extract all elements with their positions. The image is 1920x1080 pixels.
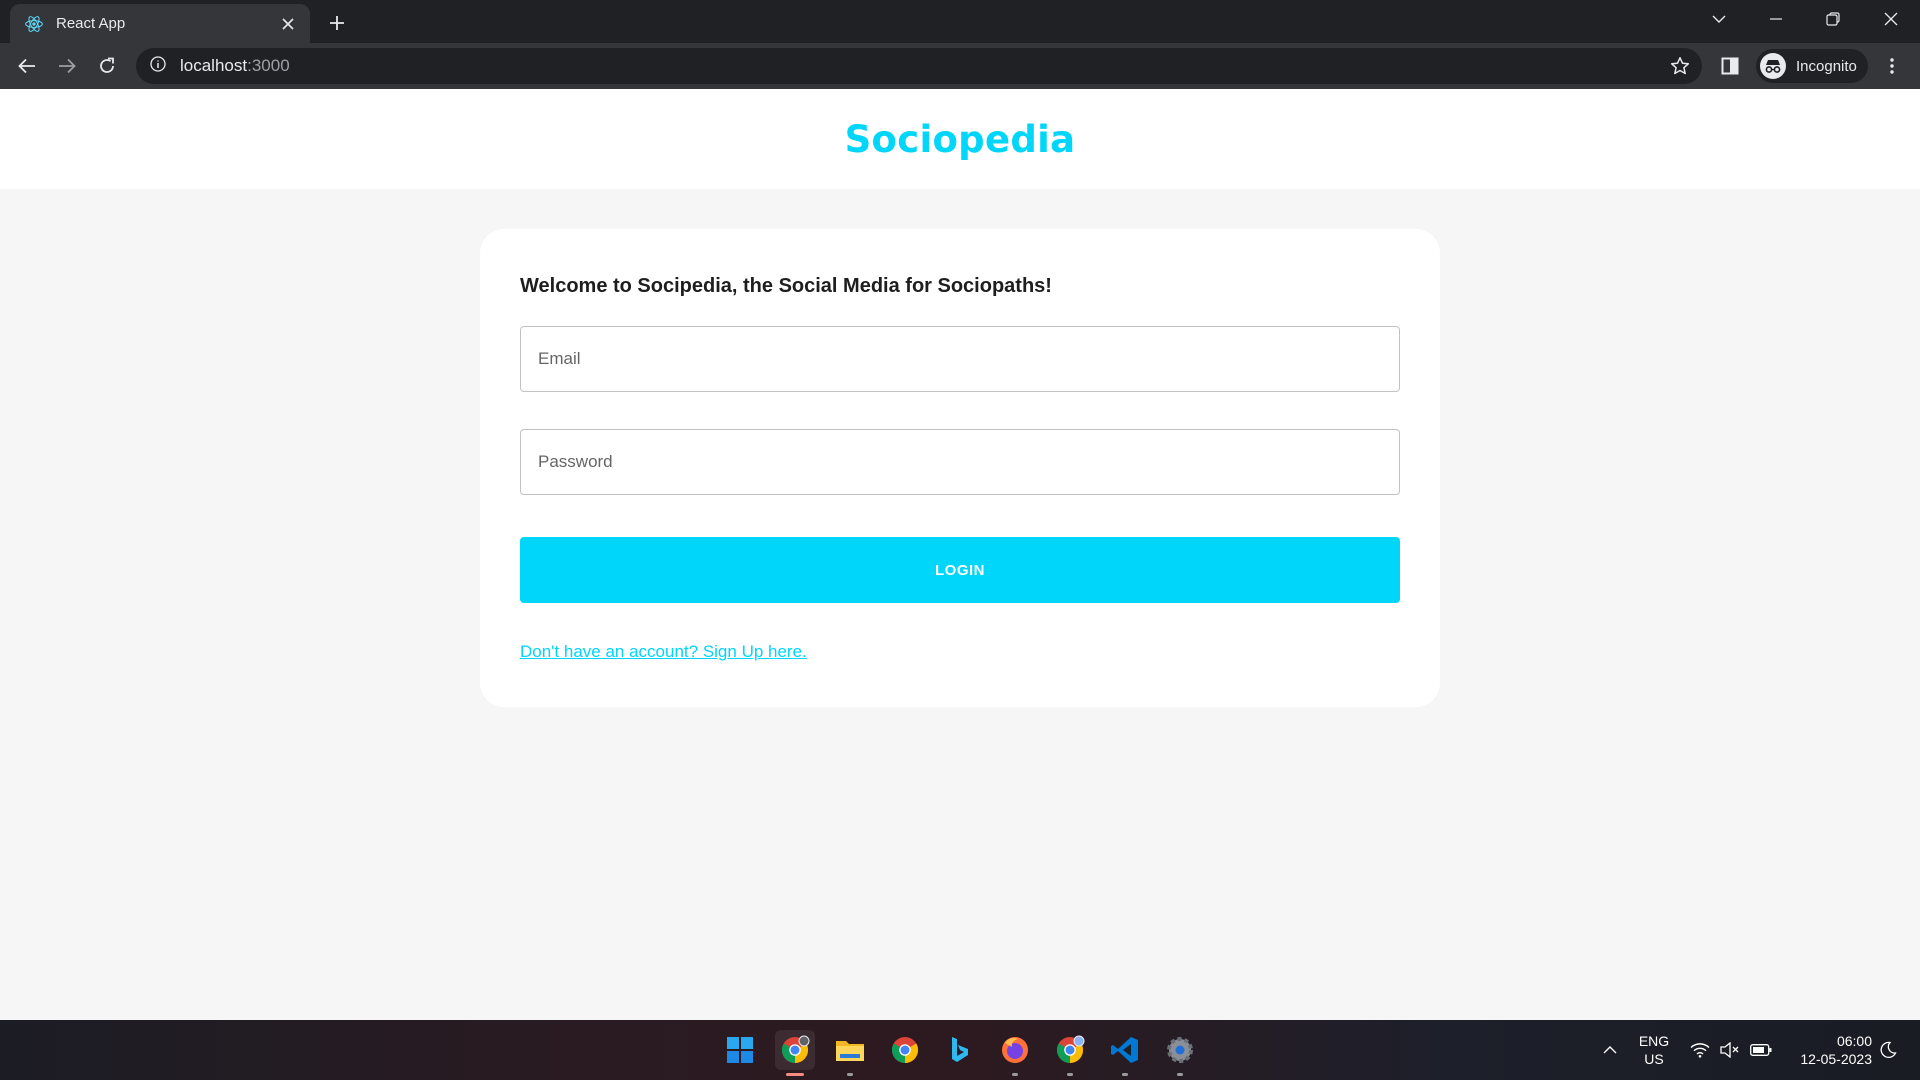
password-input[interactable] — [538, 452, 1399, 472]
more-menu-icon[interactable] — [1876, 50, 1908, 82]
chrome-profile-icon[interactable] — [1050, 1030, 1090, 1076]
running-app-indicator — [847, 1073, 853, 1076]
file-explorer-icon[interactable] — [830, 1030, 870, 1076]
back-arrow-icon[interactable] — [11, 50, 43, 82]
windows-start-icon[interactable] — [720, 1030, 760, 1070]
email-input[interactable] — [538, 349, 1399, 369]
running-app-indicator — [1067, 1073, 1073, 1076]
incognito-label: Incognito — [1796, 57, 1857, 75]
volume-muted-icon[interactable] — [1718, 1020, 1742, 1080]
focus-moon-icon[interactable] — [1876, 1020, 1900, 1080]
email-field-wrapper — [520, 326, 1400, 392]
url-text: localhost:3000 — [180, 56, 290, 76]
region-code: US — [1644, 1051, 1664, 1067]
close-window-icon[interactable] — [1866, 0, 1916, 38]
tab-title: React App — [56, 15, 126, 32]
login-card: Welcome to Socipedia, the Social Media f… — [480, 229, 1440, 707]
password-field-wrapper — [520, 429, 1400, 495]
tab-search-chevron-icon[interactable] — [1694, 0, 1744, 38]
signup-link[interactable]: Don't have an account? Sign Up here. — [520, 642, 807, 662]
wifi-icon[interactable] — [1688, 1020, 1712, 1080]
running-app-indicator — [1122, 1073, 1128, 1076]
app-navbar: Sociopedia — [0, 89, 1920, 189]
windows-taskbar: ENG US 06:00 12-05-2023 — [0, 1020, 1920, 1080]
bookmark-star-icon[interactable] — [1668, 54, 1692, 78]
incognito-icon — [1760, 53, 1786, 79]
firefox-icon[interactable] — [995, 1030, 1035, 1076]
restore-icon[interactable] — [1808, 0, 1858, 38]
browser-tab[interactable]: React App — [10, 4, 310, 43]
brand-logo[interactable]: Sociopedia — [845, 118, 1076, 161]
settings-icon[interactable] — [1160, 1030, 1200, 1076]
language-indicator[interactable]: ENG US — [1634, 1020, 1674, 1080]
clock[interactable]: 06:00 12-05-2023 — [1784, 1020, 1872, 1080]
active-app-indicator — [786, 1073, 804, 1076]
close-tab-icon[interactable] — [276, 12, 300, 36]
side-panel-icon[interactable] — [1714, 50, 1746, 82]
url-port: :3000 — [247, 56, 290, 75]
tray-overflow-chevron-icon[interactable] — [1596, 1020, 1624, 1080]
chrome-icon[interactable] — [885, 1030, 925, 1070]
login-button[interactable]: LOGIN — [520, 537, 1400, 603]
language-code: ENG — [1638, 1033, 1670, 1049]
reload-icon[interactable] — [91, 50, 123, 82]
vscode-icon[interactable] — [1105, 1030, 1145, 1076]
clock-time: 06:00 — [1836, 1033, 1872, 1049]
url-host: localhost — [180, 56, 248, 75]
react-favicon-icon — [24, 14, 44, 34]
forward-arrow-icon[interactable] — [51, 50, 83, 82]
address-bar[interactable]: localhost:3000 — [136, 48, 1702, 84]
battery-icon[interactable] — [1748, 1020, 1774, 1080]
site-info-icon[interactable] — [150, 55, 166, 77]
page-viewport: Sociopedia Welcome to Socipedia, the Soc… — [0, 89, 1920, 1020]
running-app-indicator — [1177, 1073, 1183, 1076]
clock-date: 12-05-2023 — [1800, 1051, 1872, 1067]
chrome-incognito-icon[interactable] — [775, 1030, 815, 1076]
welcome-heading: Welcome to Socipedia, the Social Media f… — [520, 275, 1052, 297]
minimize-icon[interactable] — [1751, 0, 1801, 38]
browser-toolbar: localhost:3000 Incognito — [0, 43, 1920, 89]
bing-icon[interactable] — [940, 1030, 980, 1070]
browser-tabbar: React App — [0, 0, 1920, 43]
running-app-indicator — [1012, 1073, 1018, 1076]
new-tab-icon[interactable] — [322, 8, 352, 38]
incognito-profile-button[interactable]: Incognito — [1756, 49, 1868, 83]
